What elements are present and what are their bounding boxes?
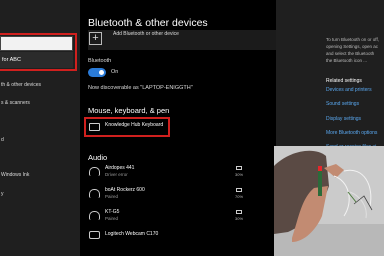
- audio-device-status: Paired: [105, 216, 119, 221]
- help-text-line: opening Settings, open ac: [326, 44, 379, 49]
- link-sound-settings[interactable]: Sound settings: [326, 101, 359, 107]
- related-settings-heading: Related settings: [326, 78, 362, 84]
- nav-item-mouse[interactable]: d: [1, 137, 4, 143]
- page-title: Bluetooth & other devices: [88, 17, 208, 29]
- bluetooth-toggle[interactable]: [88, 68, 106, 77]
- nav-item-pen[interactable]: Windows Ink: [1, 172, 29, 178]
- nav-item-bluetooth[interactable]: th & other devices: [1, 82, 41, 88]
- section-mouse-keyboard-pen: Mouse, keyboard, & pen: [88, 106, 170, 115]
- audio-device-name[interactable]: boAt Rockerz 600: [105, 187, 145, 193]
- headphones-icon: [89, 189, 100, 198]
- highlight-search-box: [0, 33, 77, 71]
- audio-device-name[interactable]: Logitech Webcam C170: [105, 231, 158, 237]
- webcam-overlay: [274, 146, 384, 256]
- link-display-settings[interactable]: Display settings: [326, 116, 361, 122]
- link-more-bluetooth[interactable]: More Bluetooth options: [326, 130, 377, 136]
- help-text-line: To turn Bluetooth on or off,: [326, 37, 379, 42]
- battery-level: 30%: [235, 172, 244, 177]
- plus-icon: +: [89, 32, 102, 45]
- audio-device-name[interactable]: Airdopes 441: [105, 165, 134, 171]
- section-audio: Audio: [88, 153, 108, 162]
- add-device-label: Add Bluetooth or other device: [113, 31, 179, 37]
- highlight-keyboard: [84, 117, 170, 137]
- battery-icon: [236, 210, 242, 214]
- webcam-photo: [274, 146, 384, 256]
- bluetooth-label: Bluetooth: [88, 58, 112, 64]
- audio-device-name[interactable]: KT-G5: [105, 209, 119, 215]
- headphones-icon: [89, 211, 100, 220]
- help-text-line: and select the Bluetooth: [326, 51, 375, 56]
- nav-item-printers[interactable]: s & scanners: [1, 100, 30, 106]
- audio-device-status: Paired: [105, 194, 119, 199]
- main-content: Bluetooth & other devices + Add Bluetoot…: [80, 0, 276, 256]
- toggle-state-label: On: [111, 69, 119, 75]
- audio-device-status: Driver error: [105, 172, 128, 177]
- link-devices-printers[interactable]: Devices and printers: [326, 87, 372, 93]
- webcam-icon: [89, 231, 100, 239]
- battery-icon: [236, 188, 242, 192]
- settings-nav-pane: for ABC th & other devices s & scanners …: [0, 0, 80, 256]
- nav-item-autoplay[interactable]: y: [1, 191, 4, 197]
- discoverable-text: Now discoverable as "LAPTOP-ENIGGTH": [88, 85, 193, 91]
- battery-level: 70%: [235, 194, 244, 199]
- headphones-icon: [89, 167, 100, 176]
- add-device-button[interactable]: + Add Bluetooth or other device: [88, 30, 276, 50]
- battery-level: 30%: [235, 216, 244, 221]
- help-text-line: the Bluetooth icon ...: [326, 58, 368, 63]
- toggle-knob: [99, 70, 104, 75]
- battery-icon: [236, 166, 242, 170]
